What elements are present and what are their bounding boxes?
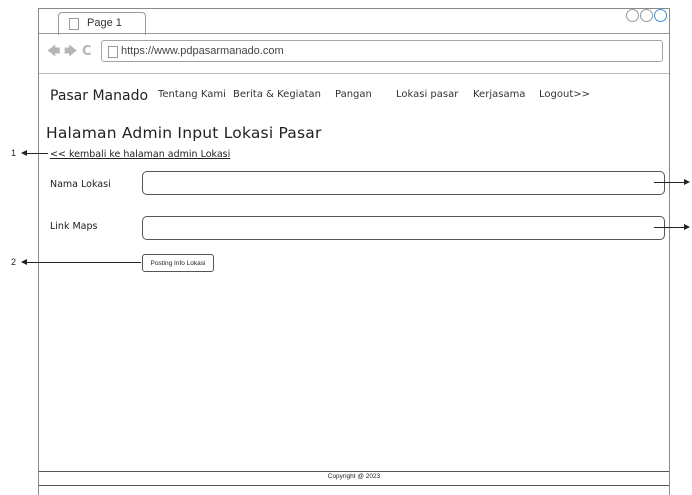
browser-tab[interactable]: Page 1: [58, 12, 146, 35]
header-divider: [39, 73, 669, 74]
annotation-number-1: 1: [11, 148, 17, 158]
nav-item-berita-kegiatan[interactable]: Berita & Kegiatan: [233, 89, 321, 100]
forward-arrow-icon[interactable]: 🡆: [64, 45, 77, 58]
link-maps-input[interactable]: [142, 216, 665, 240]
tab-title: Page 1: [87, 17, 122, 29]
annotation-line-4: [654, 227, 684, 228]
page-icon: [108, 46, 118, 58]
nav-item-logout[interactable]: Logout>>: [539, 89, 590, 100]
page-footer: Copyright @ 2023: [39, 471, 669, 486]
url-text: https://www.pdpasarmanado.com: [121, 45, 284, 57]
copyright-text: Copyright @ 2023: [327, 473, 381, 480]
page-icon: [69, 18, 79, 30]
minimize-button[interactable]: [626, 9, 639, 22]
address-bar[interactable]: https://www.pdpasarmanado.com: [101, 40, 663, 62]
link-maps-label: Link Maps: [50, 221, 98, 232]
nav-item-pangan[interactable]: Pangan: [335, 89, 372, 100]
browser-toolbar: 🡄 🡆 C https://www.pdpasarmanado.com: [45, 39, 665, 65]
window-controls: [626, 9, 667, 22]
close-button[interactable]: [654, 9, 667, 22]
maximize-button[interactable]: [640, 9, 653, 22]
annotation-arrowhead-4: [684, 224, 690, 230]
annotation-line-2: [26, 262, 141, 263]
annotation-number-2: 2: [11, 257, 17, 267]
nama-lokasi-input[interactable]: [142, 171, 665, 195]
posting-info-lokasi-button[interactable]: Posting Info Lokasi: [142, 254, 214, 272]
site-brand[interactable]: Pasar Manado: [50, 88, 148, 104]
nama-lokasi-label: Nama Lokasi: [50, 179, 111, 190]
annotation-line-1: [26, 153, 48, 154]
browser-window: Page 1 🡄 🡆 C https://www.pdpasarmanado.c…: [38, 8, 670, 495]
nav-item-tentang-kami[interactable]: Tentang Kami: [158, 89, 226, 100]
reload-icon[interactable]: C: [82, 45, 92, 58]
nav-item-kerjasama[interactable]: Kerjasama: [473, 89, 525, 100]
back-arrow-icon[interactable]: 🡄: [47, 45, 60, 58]
page-title: Halaman Admin Input Lokasi Pasar: [46, 124, 322, 142]
back-to-admin-lokasi-link[interactable]: << kembali ke halaman admin Lokasi: [50, 149, 230, 160]
tab-divider: [39, 33, 669, 34]
annotation-arrowhead-3: [684, 179, 690, 185]
nav-item-lokasi-pasar[interactable]: Lokasi pasar: [396, 89, 458, 100]
annotation-line-3: [654, 182, 684, 183]
